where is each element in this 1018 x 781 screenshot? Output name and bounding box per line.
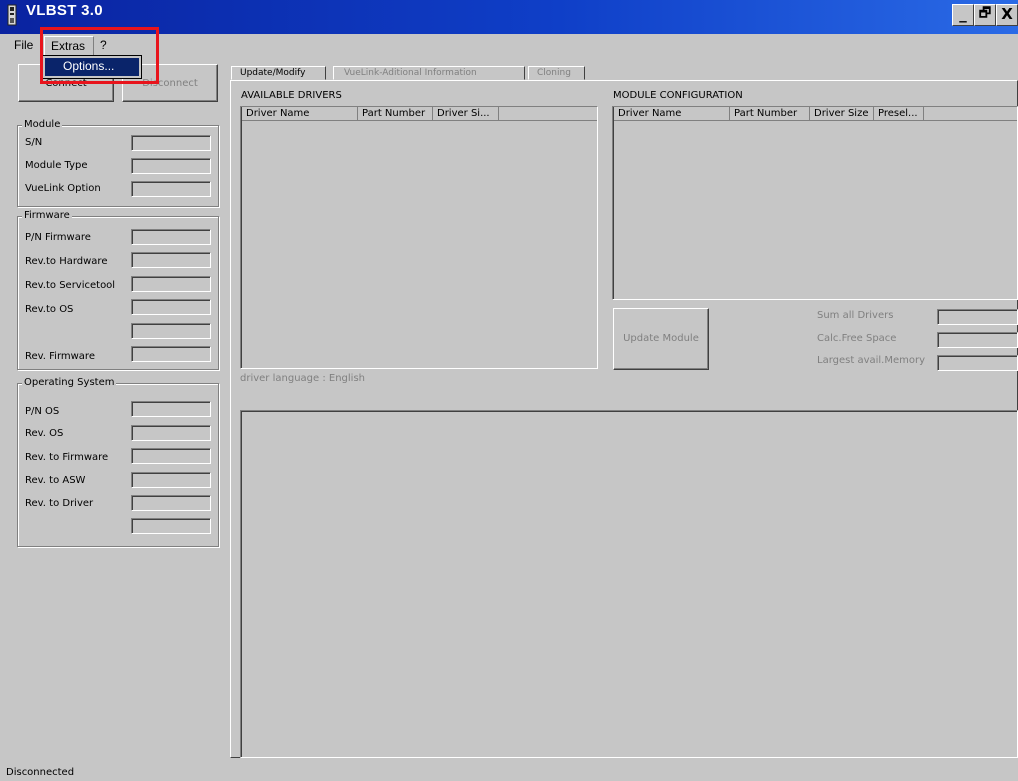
rev-to-servicetool-label: Rev.to Servicetool [25, 280, 116, 291]
rev-to-servicetool-field [131, 276, 211, 292]
restore-icon: 🗗 [978, 6, 992, 21]
rev-to-driver-field [131, 495, 211, 511]
pn-firmware-field [131, 229, 211, 245]
vuelink-option-label: VueLink Option [25, 183, 101, 194]
column-driver-size[interactable]: Driver Si... [433, 107, 499, 121]
restore-button[interactable]: 🗗 [974, 4, 996, 26]
module-type-label: Module Type [25, 160, 88, 171]
status-bar: Disconnected [6, 767, 75, 778]
rev-to-asw-label: Rev. to ASW [25, 475, 86, 486]
config-column-filler [924, 107, 1017, 121]
close-icon: X [1001, 5, 1013, 23]
calc-free-space-field [937, 332, 1018, 348]
rev-os-field [131, 425, 211, 441]
config-column-presel[interactable]: Presel... [874, 107, 924, 121]
sum-all-drivers-field [937, 309, 1018, 325]
tab-update-modify[interactable]: Update/Modify [231, 66, 326, 80]
os-extra-field [131, 518, 211, 534]
pn-os-field [131, 401, 211, 417]
driver-language-label: driver language : English [240, 373, 365, 384]
pn-firmware-label: P/N Firmware [25, 232, 91, 243]
rev-to-firmware-label: Rev. to Firmware [25, 452, 109, 463]
window-title: VLBST 3.0 [26, 2, 103, 19]
config-column-driver-size[interactable]: Driver Size [810, 107, 874, 121]
largest-avail-memory-label: Largest avail.Memory [817, 355, 926, 366]
config-column-driver-name[interactable]: Driver Name [614, 107, 730, 121]
tab-vuelink-info[interactable]: VueLink-Aditional Information [333, 66, 525, 80]
rev-to-os-field [131, 299, 211, 315]
rev-to-firmware-field [131, 448, 211, 464]
rev-to-hardware-label: Rev.to Hardware [25, 256, 108, 267]
column-driver-name[interactable]: Driver Name [242, 107, 358, 121]
firmware-group-title: Firmware [22, 210, 72, 221]
sum-all-drivers-label: Sum all Drivers [817, 310, 894, 321]
column-filler [499, 107, 597, 121]
module-group-title: Module [22, 119, 63, 130]
config-column-part-number[interactable]: Part Number [730, 107, 810, 121]
calc-free-space-label: Calc.Free Space [817, 333, 897, 344]
firmware-extra-field [131, 323, 211, 339]
available-drivers-heading: AVAILABLE DRIVERS [241, 90, 342, 101]
tab-cloning[interactable]: Cloning [528, 66, 585, 80]
rev-firmware-label: Rev. Firmware [25, 351, 95, 362]
os-group-title: Operating System [22, 377, 117, 388]
largest-avail-memory-field [937, 355, 1018, 371]
log-area[interactable] [240, 410, 1018, 758]
menu-file[interactable]: File [14, 38, 33, 52]
update-module-button[interactable]: Update Module [613, 308, 709, 370]
sn-field [131, 135, 211, 151]
rev-to-hardware-field [131, 252, 211, 268]
column-part-number[interactable]: Part Number [358, 107, 433, 121]
module-type-field [131, 158, 211, 174]
minimize-icon: _ [959, 5, 967, 23]
vuelink-option-field [131, 181, 211, 197]
minimize-button[interactable]: _ [952, 4, 974, 26]
module-configuration-list[interactable]: Driver Name Part Number Driver Size Pres… [612, 106, 1018, 300]
close-button[interactable]: X [996, 4, 1018, 26]
pn-os-label: P/N OS [25, 406, 60, 417]
rev-to-os-label: Rev.to OS [25, 304, 74, 315]
sn-label: S/N [25, 137, 43, 148]
rev-to-asw-field [131, 472, 211, 488]
available-drivers-list[interactable]: Driver Name Part Number Driver Si... [240, 106, 598, 369]
app-icon [7, 4, 17, 26]
rev-firmware-field [131, 346, 211, 362]
rev-os-label: Rev. OS [25, 428, 64, 439]
rev-to-driver-label: Rev. to Driver [25, 498, 94, 509]
module-configuration-heading: MODULE CONFIGURATION [613, 90, 743, 101]
highlight-box [40, 27, 159, 84]
